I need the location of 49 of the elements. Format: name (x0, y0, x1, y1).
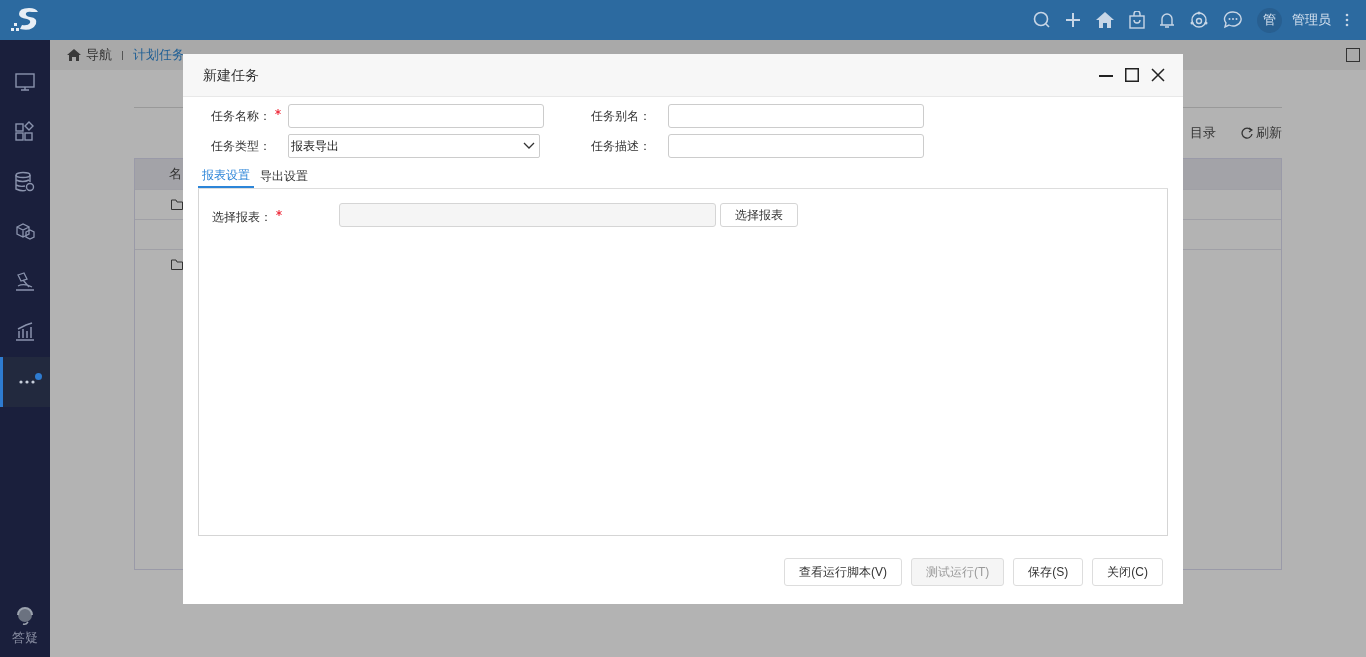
orbit-icon[interactable] (1189, 11, 1209, 29)
bell-icon[interactable] (1159, 11, 1175, 29)
report-field[interactable] (339, 203, 716, 227)
sidebar-item[interactable] (0, 357, 50, 407)
breadcrumb-link[interactable]: 导航 (86, 45, 112, 65)
field-label: 任务类型： (211, 138, 272, 155)
home-icon[interactable] (1095, 11, 1115, 29)
user-avatar[interactable]: 管 (1257, 7, 1282, 33)
hammer-icon (14, 271, 36, 293)
bag-icon[interactable] (1129, 11, 1145, 29)
apps-icon (14, 121, 36, 143)
chat-icon[interactable] (1223, 11, 1243, 29)
field-label: 任务名称： (211, 108, 271, 125)
type-dropdown[interactable]: 报表导出 (288, 134, 540, 158)
input-field[interactable] (668, 104, 924, 128)
tab[interactable]: 报表设置 (198, 164, 254, 188)
folder-icon (171, 259, 183, 270)
search-icon[interactable] (1033, 11, 1051, 29)
tab[interactable]: 导出设置 (256, 164, 312, 188)
input-field[interactable] (288, 104, 544, 128)
choose-report-button[interactable]: 选择报表 (720, 203, 798, 227)
maximize-icon[interactable] (1125, 68, 1139, 82)
dialog-button[interactable]: 查看运行脚本(V) (784, 558, 902, 586)
dialog-button[interactable]: 保存(S) (1013, 558, 1084, 586)
chevron-down-icon (523, 142, 535, 150)
close-icon[interactable] (1151, 68, 1165, 82)
dialog-title: 新建任务 (203, 65, 259, 85)
refresh-icon[interactable] (1241, 127, 1253, 139)
more-icon (18, 380, 35, 384)
column-header: 名 (169, 165, 182, 184)
field-label: 选择报表： (212, 209, 272, 226)
plus-icon[interactable] (1065, 12, 1081, 28)
monitor-icon (14, 71, 36, 93)
headset-icon[interactable] (16, 605, 34, 626)
refresh-link[interactable]: 刷新 (1256, 123, 1282, 143)
home-icon[interactable] (66, 48, 82, 62)
user-name[interactable]: 管理员 (1292, 10, 1331, 30)
field-label: 任务别名： (591, 108, 652, 125)
input-field[interactable] (668, 134, 924, 158)
dialog-button[interactable]: 关闭(C) (1092, 558, 1163, 586)
database-icon (14, 171, 36, 193)
toolbar-text[interactable]: 目录 (1190, 123, 1216, 143)
more-icon[interactable] (1345, 13, 1349, 27)
chart-icon (14, 321, 36, 343)
checkbox-icon[interactable] (1346, 48, 1360, 62)
field-label: 任务描述： (591, 138, 652, 155)
folder-icon (171, 199, 183, 210)
logo-icon (10, 7, 40, 33)
help-label[interactable]: 答疑 (12, 627, 38, 647)
